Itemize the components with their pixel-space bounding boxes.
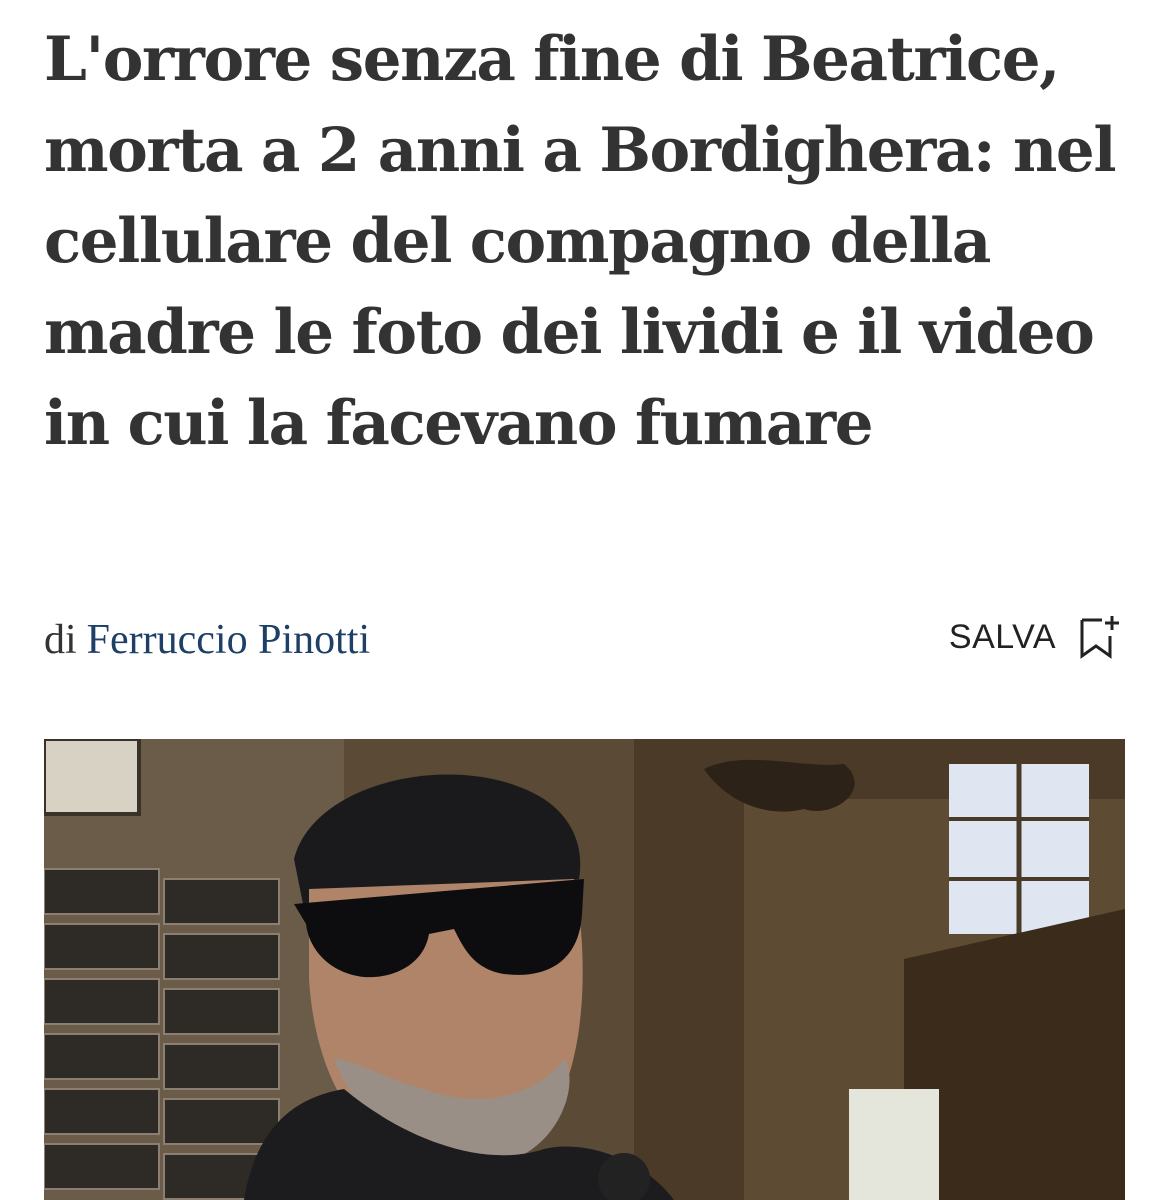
hero-image[interactable] — [44, 739, 1125, 1200]
byline: di Ferruccio Pinotti — [44, 612, 370, 668]
article-headline: L'orrore senza fine di Beatrice, morta a… — [44, 24, 1117, 459]
bookmark-add-icon — [1080, 616, 1119, 659]
article: L'orrore senza fine di Beatrice, morta a… — [0, 0, 1157, 1200]
save-button[interactable]: SALVA — [949, 614, 1122, 660]
hero-photo — [44, 739, 1125, 1200]
byline-prefix: di — [44, 617, 77, 663]
save-label: SALVA — [948, 617, 1056, 656]
author-link[interactable]: Ferruccio Pinotti — [87, 617, 370, 663]
